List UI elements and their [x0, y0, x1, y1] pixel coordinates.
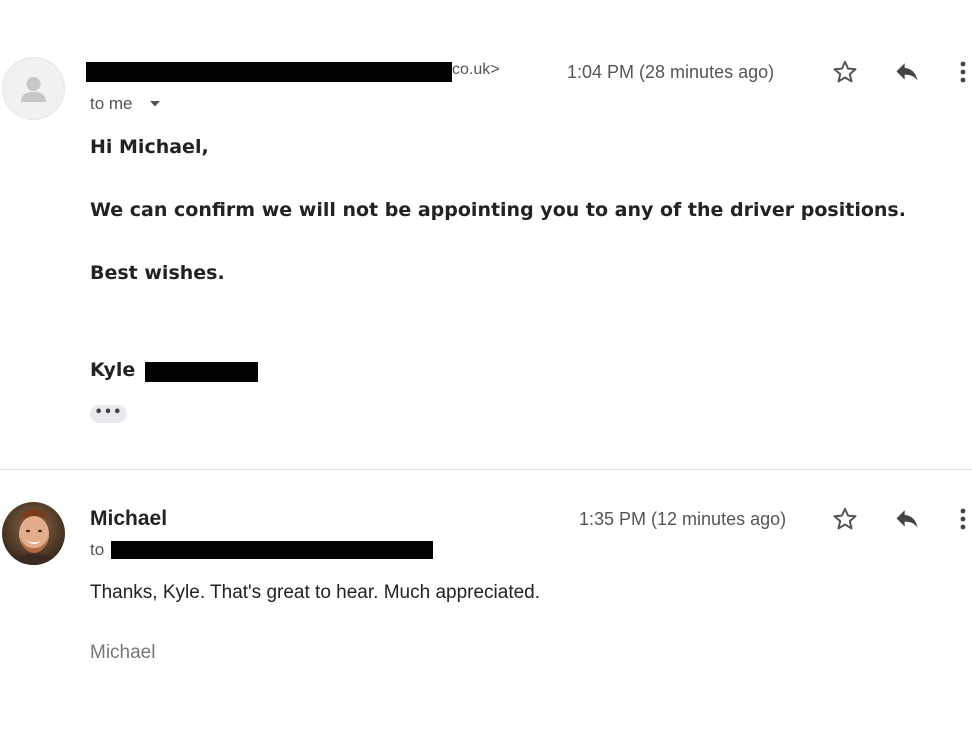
reply-icon — [896, 63, 918, 81]
sender-name: Michael — [90, 507, 168, 530]
more-vertical-icon — [960, 508, 966, 530]
star-icon — [833, 60, 857, 83]
reply-icon — [896, 510, 918, 528]
person-icon — [21, 77, 46, 102]
sender-email-suffix: co.uk> — [452, 61, 500, 78]
show-details-dropdown[interactable] — [148, 97, 162, 111]
redacted-recipient-address — [111, 541, 433, 559]
star-button[interactable] — [829, 56, 861, 88]
message-time: 1:35 PM (12 minutes ago) — [579, 509, 787, 529]
star-icon — [833, 507, 857, 530]
more-vertical-icon — [960, 61, 966, 83]
more-options-button[interactable] — [954, 503, 972, 535]
sender-avatar-default[interactable] — [2, 57, 65, 120]
recipient-summary: to — [90, 540, 105, 559]
caret-down-icon — [150, 101, 160, 107]
message-body: We can confirm we will not be appointing… — [90, 199, 906, 221]
signature: Michael — [90, 642, 156, 663]
star-button[interactable] — [829, 503, 861, 535]
profile-photo — [2, 502, 65, 565]
ellipsis-icon: ••• — [94, 404, 123, 420]
reply-button[interactable] — [891, 503, 923, 535]
reply-button[interactable] — [891, 56, 923, 88]
signature-first-name: Kyle — [90, 359, 136, 381]
more-options-button[interactable] — [954, 56, 972, 88]
message-time: 1:04 PM (28 minutes ago) — [567, 62, 775, 82]
message-closing: Best wishes. — [90, 262, 225, 284]
redacted-signature-surname — [145, 362, 258, 382]
recipient-summary: to me — [90, 94, 133, 113]
show-trimmed-content-button[interactable]: ••• — [90, 405, 127, 423]
message-body: Thanks, Kyle. That's great to hear. Much… — [90, 582, 541, 603]
message-greeting: Hi Michael, — [90, 136, 209, 158]
sender-avatar-photo[interactable] — [2, 502, 65, 565]
redacted-sender-address — [86, 62, 452, 82]
message-divider — [0, 469, 972, 470]
